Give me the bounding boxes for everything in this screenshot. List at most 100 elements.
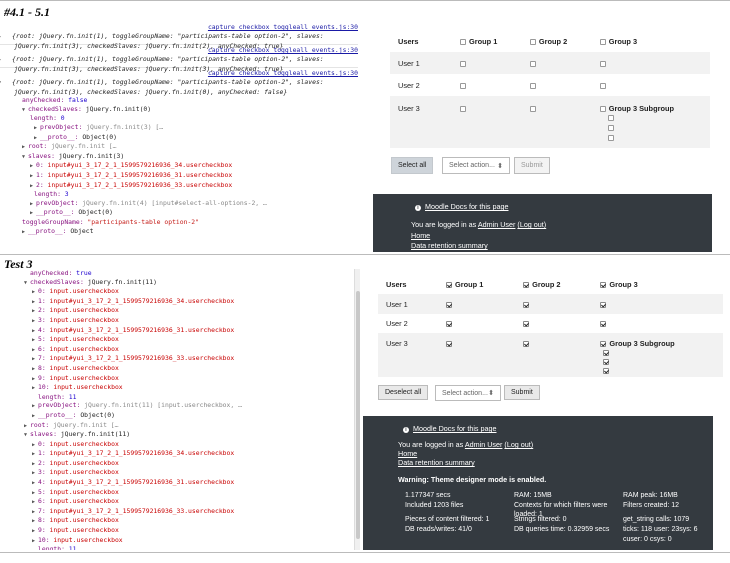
logout-link[interactable]: (Log out) (504, 440, 533, 449)
user-checkbox[interactable] (523, 321, 530, 328)
select-all-group-2-checkbox[interactable] (529, 38, 536, 45)
tree-node[interactable]: ▶ prevObject: jQuery.fn.init(3) [… (0, 123, 358, 133)
tree-node[interactable]: ▶ 2: input#yui_3_17_2_1_1599579216936_33.… (0, 181, 358, 191)
tree-node[interactable]: ▶ 8: input.usercheckbox (0, 516, 362, 526)
home-link[interactable]: Home (411, 231, 430, 240)
user-checkbox[interactable] (523, 301, 530, 308)
docs-link[interactable]: Moodle Docs for this page (425, 202, 509, 211)
tree-node[interactable]: ▶ 3: input.usercheckbox (0, 316, 362, 326)
tree-node[interactable]: ▶ 1: input#yui_3_17_2_1_1599579216936_31.… (0, 171, 358, 181)
tree-node[interactable]: ▶ 2: input.usercheckbox (0, 459, 362, 469)
select-action-dropdown[interactable]: Select action... ⬍ (442, 157, 510, 174)
tree-node[interactable]: ▶ 1: input#yui_3_17_2_1_1599579216936_34.… (0, 297, 362, 307)
tree-node[interactable]: ▶ prevObject: jQuery.fn.init(11) [input.u… (0, 401, 362, 411)
tree-node[interactable]: ▶ __proto__: Object(0) (0, 411, 362, 421)
perf-stat: RAM: 15MB (514, 492, 552, 499)
tree-node[interactable]: ▶ 4: input#yui_3_17_2_1_1599579216936_31.… (0, 326, 362, 336)
user-checkbox[interactable] (446, 301, 452, 308)
subgroup-checkbox[interactable] (607, 135, 614, 142)
submit-button[interactable]: Submit (504, 385, 540, 400)
tree-node[interactable]: ▶ 7: input#yui_3_17_2_1_1599579216936_33.… (0, 507, 362, 517)
subgroup-checkbox[interactable] (607, 115, 614, 122)
tree-node[interactable]: ▶ 10: input.usercheckbox (0, 536, 362, 546)
col-group-3: Group 3 (592, 30, 710, 52)
select-all-group-2-checkbox[interactable] (523, 281, 530, 288)
scrollbar-thumb[interactable] (356, 291, 360, 539)
tree-node[interactable]: ▶ 6: input.usercheckbox (0, 497, 362, 507)
tree-node[interactable]: ▶ 1: input#yui_3_17_2_1_1599579216936_34.… (0, 449, 362, 459)
tree-node[interactable]: ▶ 0: input#yui_3_17_2_1_1599579216936_34.… (0, 161, 358, 171)
user-checkbox[interactable] (599, 60, 606, 67)
user-checkbox[interactable] (529, 106, 536, 113)
tree-node[interactable]: ▼ slaves: jQuery.fn.init(11) (0, 430, 362, 440)
user-checkbox[interactable] (600, 321, 607, 328)
console-log-entry-expanded[interactable]: capture_checkbox_toggleall_events.js:30 … (0, 68, 358, 237)
console-panel-2[interactable]: anyChecked: true ▼ checkedSlaves: jQuery.f… (0, 269, 362, 550)
subgroup-select-all-checkbox[interactable] (599, 106, 606, 113)
user-checkbox[interactable] (529, 60, 536, 67)
select-all-group-3-checkbox[interactable] (600, 281, 607, 288)
page-footer-2: i Moodle Docs for this page You are logge… (363, 416, 713, 550)
tree-node[interactable]: ▶ __proto__: Object(0) (0, 208, 358, 218)
tree-node[interactable]: ▶ 5: input.usercheckbox (0, 335, 362, 345)
select-all-group-1-checkbox[interactable] (446, 281, 452, 288)
tree-node[interactable]: ▼ checkedSlaves: jQuery.fn.init(11) (0, 278, 362, 288)
log-source-link[interactable]: capture_checkbox_toggleall_events.js:30 (208, 23, 358, 32)
logged-in-text: You are logged in as Admin User (Log out… (398, 440, 534, 449)
user-checkbox[interactable] (600, 301, 607, 308)
user-checkbox[interactable] (446, 321, 452, 328)
tree-node[interactable]: ▶ __proto__: Object (0, 227, 358, 237)
tree-node[interactable]: ▶ root: jQuery.fn.init [… (0, 142, 358, 152)
tree-node[interactable]: ▶ 3: input.usercheckbox (0, 468, 362, 478)
tree-node[interactable]: ▶ prevObject: jQuery.fn.init(4) [input#se… (0, 199, 358, 209)
user-checkbox[interactable] (529, 82, 536, 89)
select-all-group-3-checkbox[interactable] (599, 38, 606, 45)
console-log-entry[interactable]: capture_checkbox_toggleall_events.js:30 … (0, 45, 358, 73)
tree-node[interactable]: ▶ 0: input.usercheckbox (0, 287, 362, 297)
tree-node[interactable]: ▶ 9: input.usercheckbox (0, 526, 362, 536)
tree-node[interactable]: ▶ __proto__: Object(0) (0, 133, 358, 143)
tree-node[interactable]: ▶ 5: input.usercheckbox (0, 488, 362, 498)
select-action-dropdown[interactable]: Select action... ⬍ (435, 385, 501, 401)
user-checkbox[interactable] (460, 82, 466, 89)
select-all-group-1-checkbox[interactable] (460, 38, 466, 45)
submit-button[interactable]: Submit (514, 157, 550, 174)
tree-node[interactable]: ▶ 9: input.usercheckbox (0, 374, 362, 384)
user-checkbox[interactable] (599, 82, 606, 89)
home-link[interactable]: Home (398, 449, 417, 458)
retention-link[interactable]: Data retention summary (411, 241, 488, 250)
deselect-all-button[interactable]: Deselect all (378, 385, 429, 400)
tree-node[interactable]: ▶ 8: input.usercheckbox (0, 364, 362, 374)
table-row: User 1 (378, 294, 723, 314)
console-scrollbar[interactable] (354, 269, 360, 550)
user-link[interactable]: Admin User (478, 220, 516, 229)
user-checkbox[interactable] (446, 341, 452, 348)
console-panel-1[interactable]: capture_checkbox_toggleall_events.js:30 … (0, 22, 358, 252)
tree-node[interactable]: ▶ 6: input.usercheckbox (0, 345, 362, 355)
retention-link[interactable]: Data retention summary (398, 458, 475, 467)
tree-node[interactable]: ▶ 10: input.usercheckbox (0, 383, 362, 393)
user-checkbox[interactable] (460, 106, 466, 113)
logout-link[interactable]: (Log out) (517, 220, 546, 229)
log-source-link[interactable]: capture_checkbox_toggleall_events.js:30 (208, 69, 358, 78)
perf-stat: get_string calls: 1079 (623, 516, 690, 523)
subgroup-checkbox[interactable] (607, 125, 614, 132)
user-checkbox[interactable] (460, 60, 466, 67)
subgroup-checkbox[interactable] (603, 350, 610, 357)
tree-node[interactable]: ▶ 4: input#yui_3_17_2_1_1599579216936_31.… (0, 478, 362, 488)
user-link[interactable]: Admin User (465, 440, 503, 449)
subgroup-select-all-checkbox[interactable] (600, 341, 607, 348)
tree-node[interactable]: ▶ 2: input.usercheckbox (0, 306, 362, 316)
log-source-link[interactable]: capture_checkbox_toggleall_events.js:30 (208, 46, 358, 55)
docs-link[interactable]: Moodle Docs for this page (413, 424, 497, 433)
tree-node[interactable]: ▶ 7: input#yui_3_17_2_1_1599579216936_33.… (0, 354, 362, 364)
tree-node[interactable]: ▼ slaves: jQuery.fn.init(3) (0, 152, 358, 162)
user-checkbox[interactable] (523, 341, 530, 348)
subgroup-checkbox[interactable] (603, 359, 610, 366)
console-log-entry[interactable]: capture_checkbox_toggleall_events.js:30 … (0, 22, 358, 50)
subgroup-checkbox[interactable] (603, 368, 610, 375)
select-all-button[interactable]: Select all (391, 157, 434, 174)
tree-node[interactable]: ▶ 0: input.usercheckbox (0, 440, 362, 450)
tree-node[interactable]: ▼ checkedSlaves: jQuery.fn.init(0) (0, 105, 358, 115)
tree-node[interactable]: ▶ root: jQuery.fn.init [… (0, 421, 362, 431)
